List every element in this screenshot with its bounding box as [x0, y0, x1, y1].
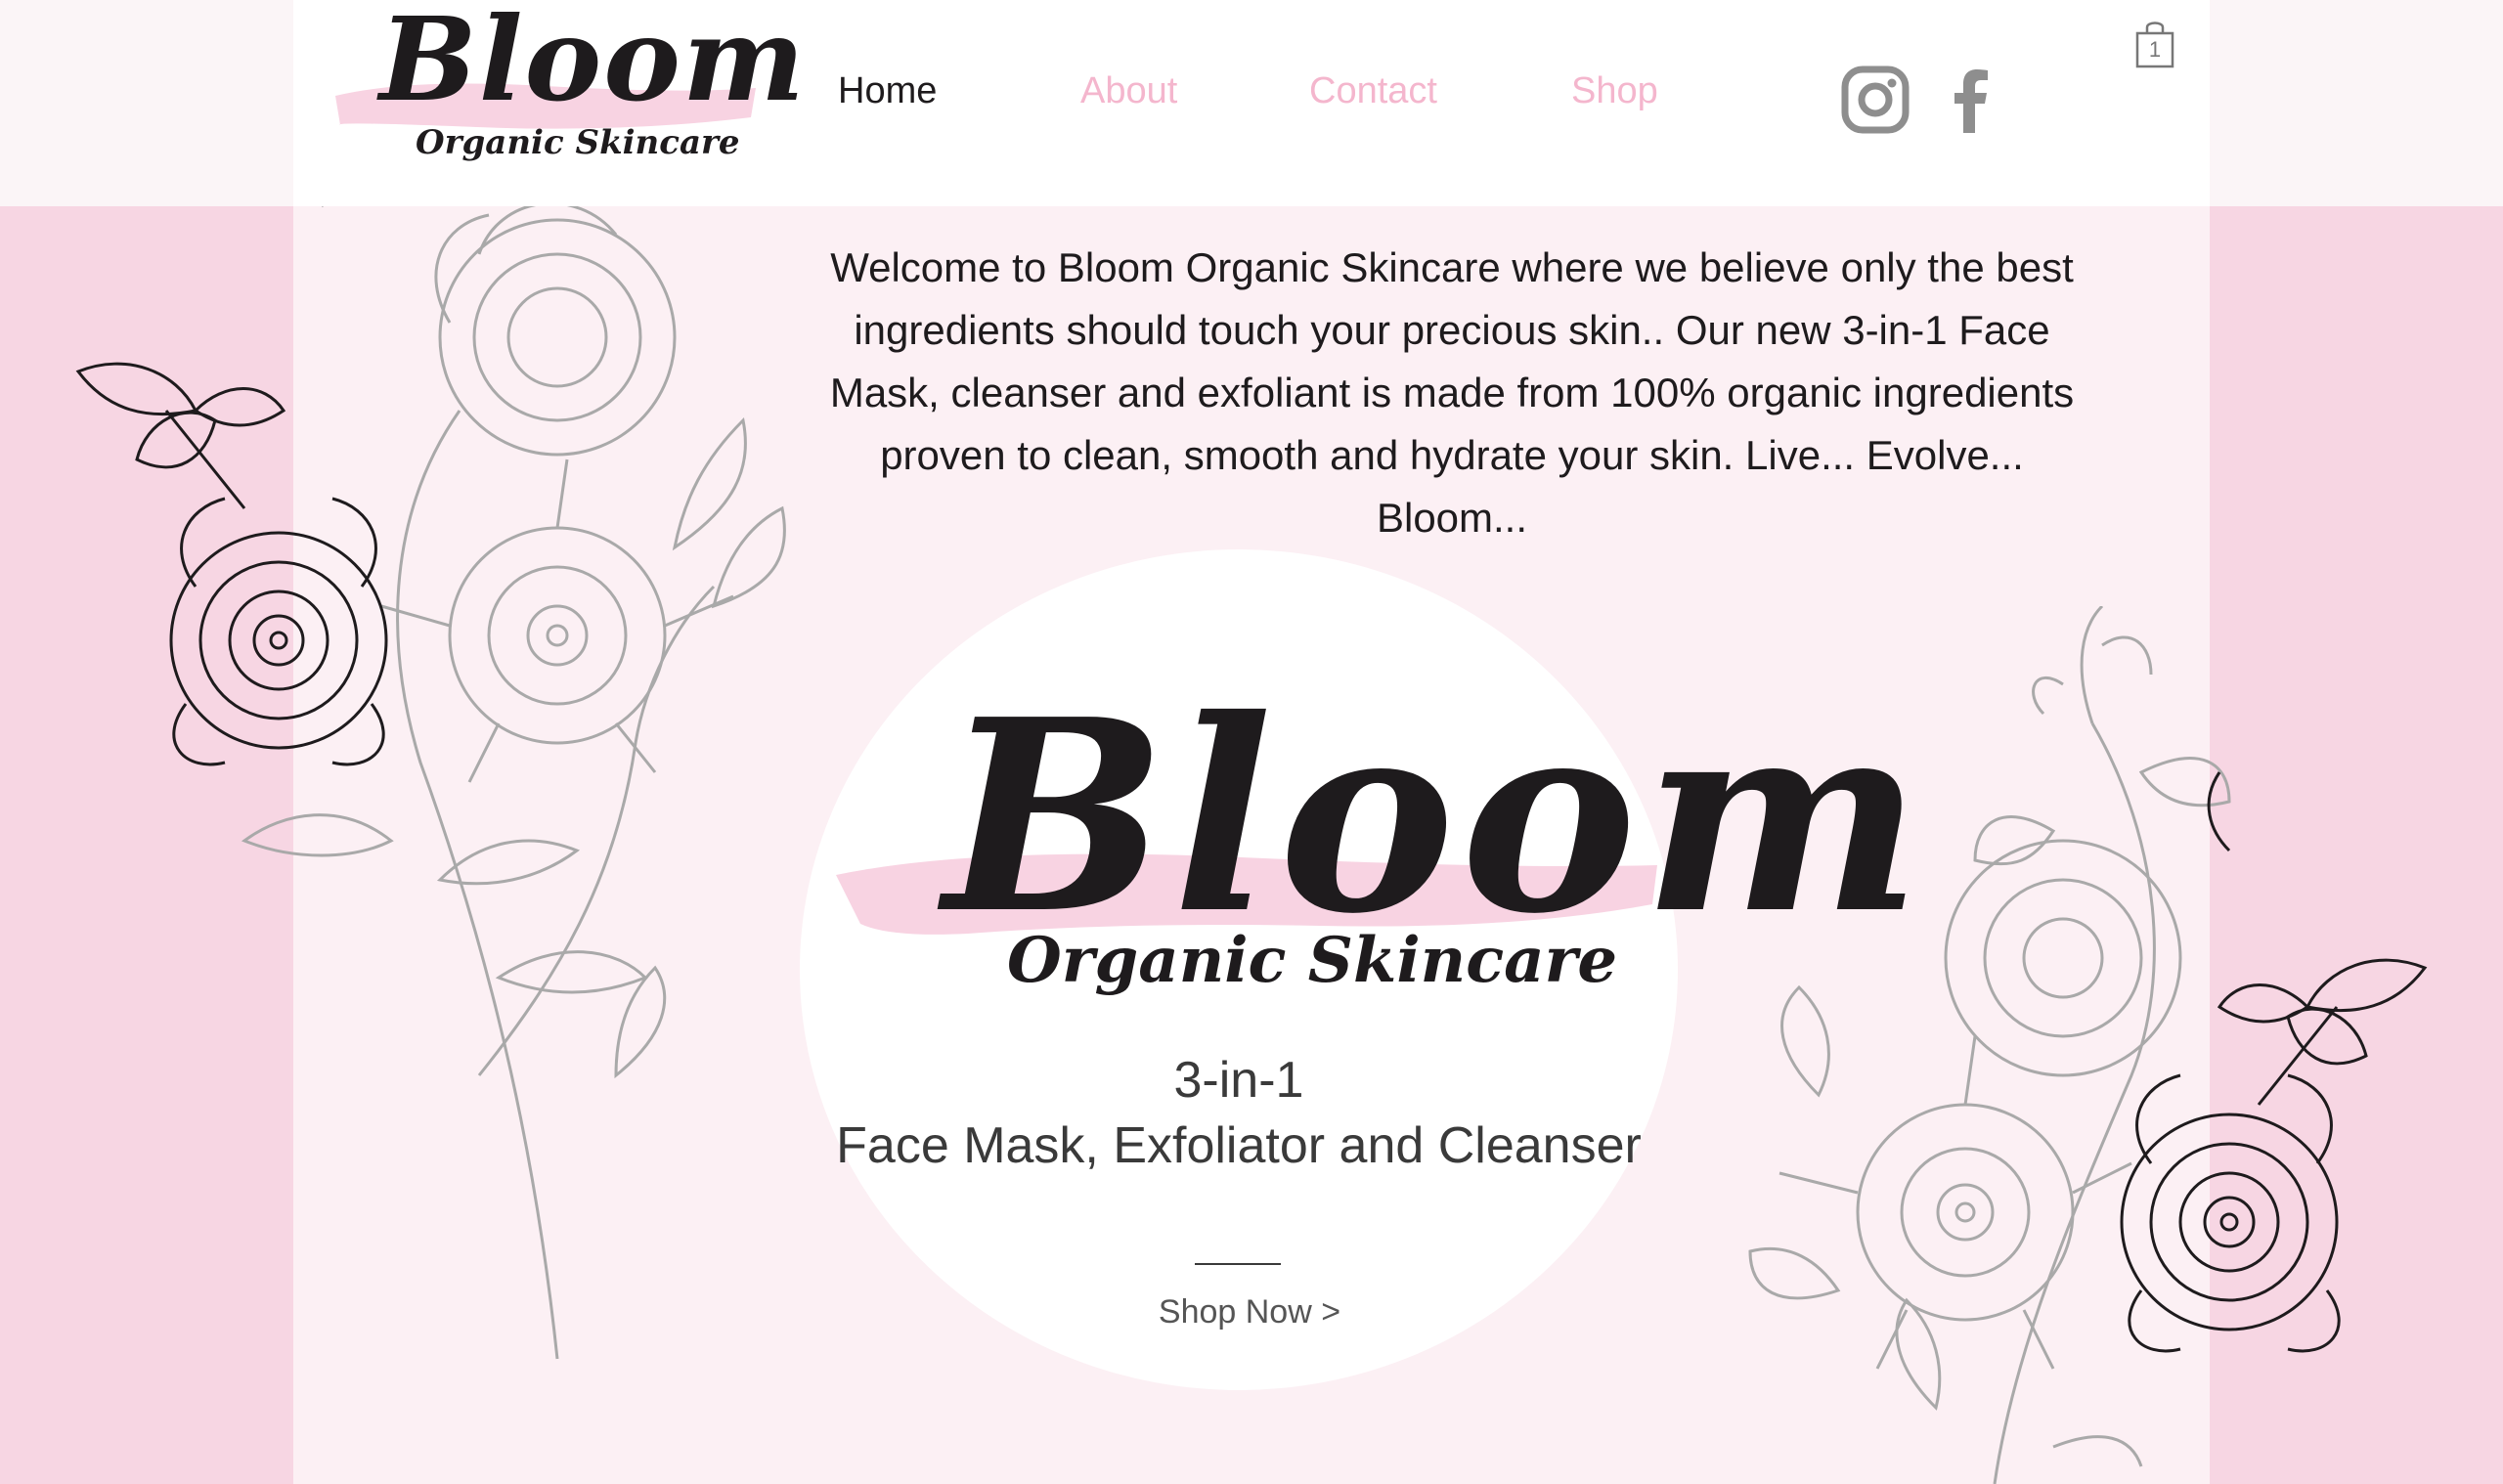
nav-contact[interactable]: Contact — [1309, 70, 1437, 112]
product-type: 3-in-1 — [1173, 1052, 1304, 1109]
hero-logo-tagline: Organic Skincare — [1007, 924, 1618, 997]
cart-button[interactable]: 1 — [2133, 18, 2176, 70]
product-name: Face Mask, Exfoliator and Cleanser — [836, 1117, 1642, 1174]
hero-logo-wordmark: Bloom — [944, 661, 1928, 972]
nav-shop[interactable]: Shop — [1571, 70, 1658, 112]
cart-count: 1 — [2148, 37, 2162, 62]
hero-divider — [1195, 1263, 1281, 1265]
logo-tagline: Organic Skincare — [416, 123, 740, 162]
welcome-text: Welcome to Bloom Organic Skincare where … — [829, 244, 2075, 541]
facebook-icon[interactable] — [1936, 65, 2006, 135]
nav-home[interactable]: Home — [838, 70, 937, 112]
nav-about[interactable]: About — [1080, 70, 1177, 112]
main-nav: Home About Contact Shop — [0, 70, 2503, 129]
instagram-icon[interactable] — [1840, 65, 1910, 135]
floral-illustration-left — [75, 36, 786, 1360]
shop-now-link[interactable]: Shop Now > — [1076, 1293, 1424, 1331]
